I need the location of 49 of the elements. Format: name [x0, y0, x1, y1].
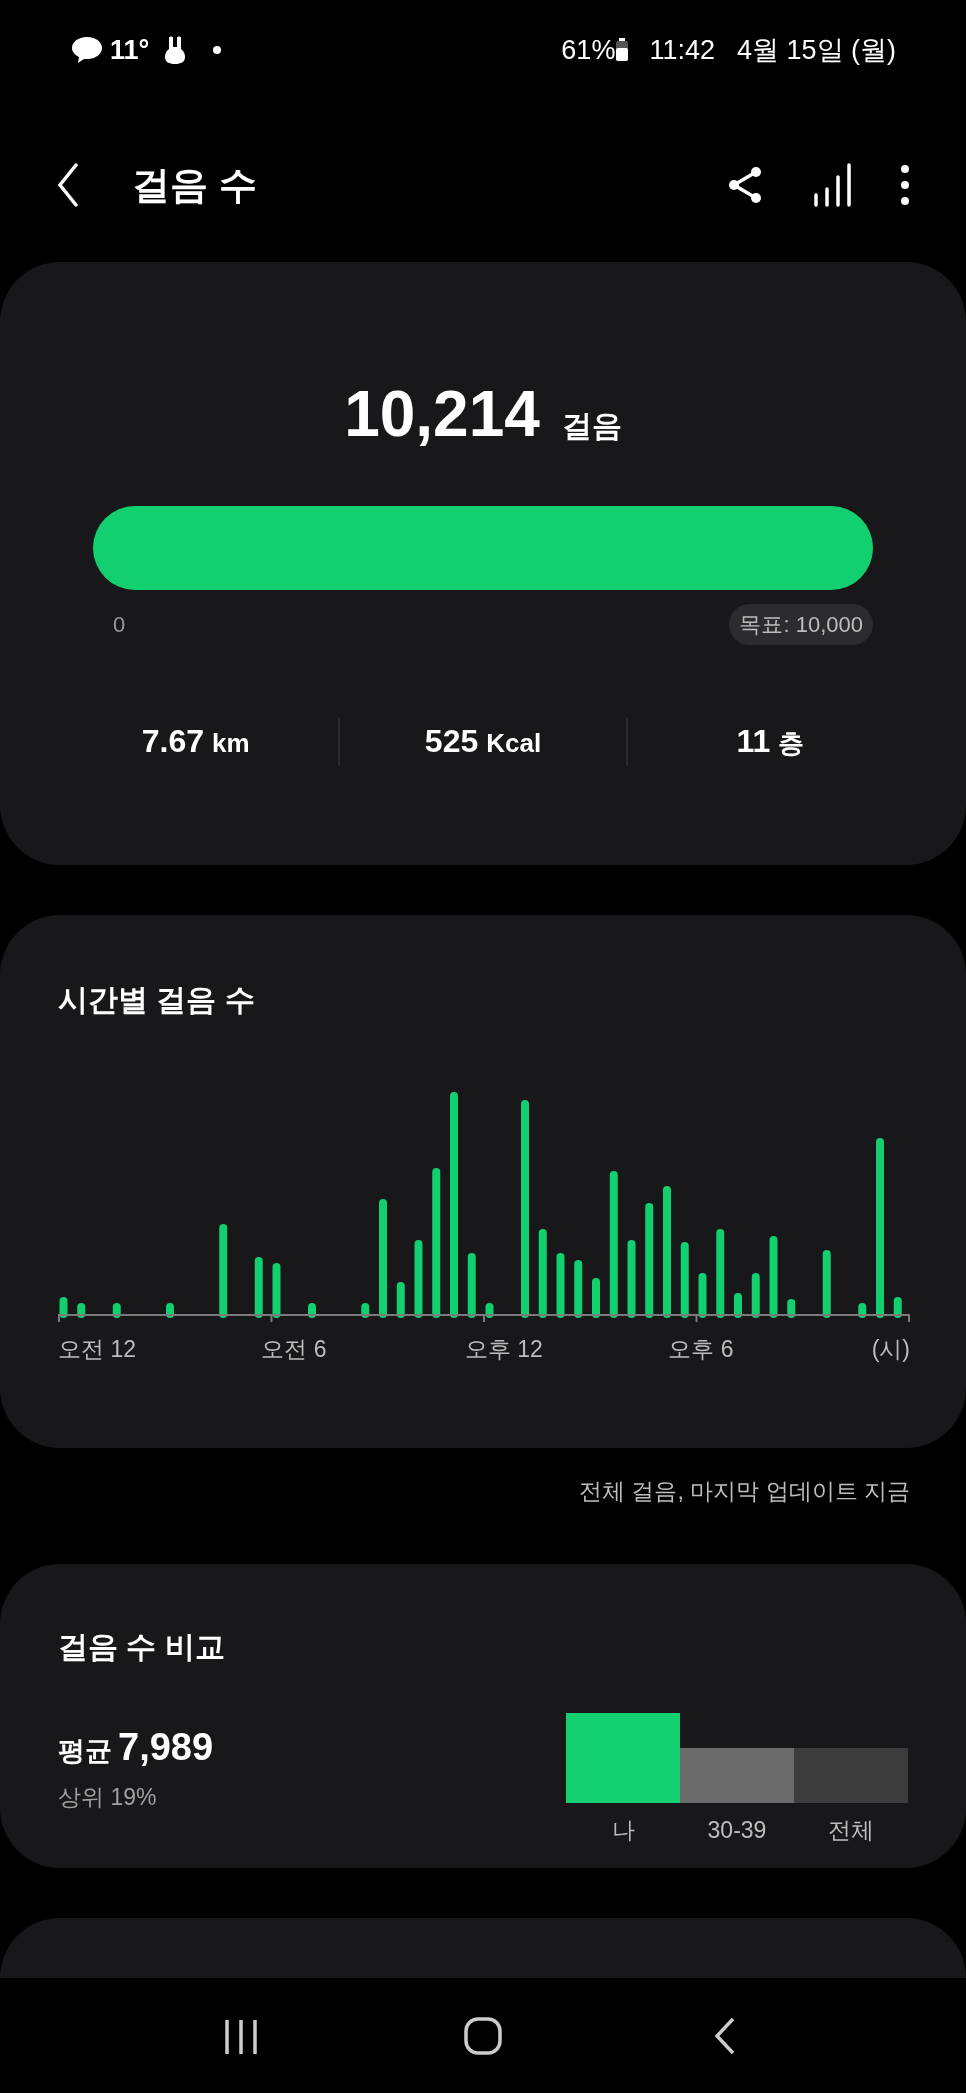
axis-label: (시)	[871, 1335, 910, 1364]
hour-bar	[574, 1260, 583, 1318]
average-steps: 7,989	[118, 1719, 214, 1776]
axis-label: 오전 12	[58, 1335, 137, 1364]
dot-icon	[213, 46, 222, 54]
date-text: 4월 15일 (월)	[736, 33, 896, 67]
hour-bar	[254, 1257, 263, 1318]
axis-label: 오후 12	[464, 1335, 544, 1364]
hour-bar	[396, 1282, 405, 1318]
bar-label: 30-39	[707, 1815, 767, 1845]
home-button[interactable]	[463, 2015, 503, 2056]
bar-label: 전체	[828, 1815, 874, 1845]
page-title: 걸음 수	[132, 162, 257, 208]
rank-text: 상위 19%	[58, 1783, 158, 1812]
card-title: 걸음 수 비교	[58, 1629, 225, 1665]
stat-value: 11	[736, 722, 771, 761]
average-label: 평균	[58, 1735, 112, 1768]
hour-bar	[698, 1273, 707, 1318]
stat-unit: km	[212, 727, 250, 760]
hour-bar	[556, 1253, 565, 1318]
progress-start: 0	[113, 611, 126, 639]
bar-label: 나	[611, 1815, 635, 1845]
battery-percentage: 61%	[561, 33, 616, 67]
share-icon[interactable]	[726, 165, 764, 205]
clock-time: 11:42	[649, 33, 715, 67]
step-unit: 걸음	[561, 408, 622, 444]
stat-value: 7.67	[141, 722, 204, 761]
axis-label: 오후 6	[668, 1335, 735, 1364]
stats-icon[interactable]	[812, 163, 852, 207]
step-count: 10,214	[344, 382, 540, 446]
chat-icon	[70, 35, 104, 65]
hour-bar	[822, 1250, 831, 1318]
rabbit-icon	[163, 35, 188, 65]
update-note: 전체 걸음, 마지막 업데이트 지금	[579, 1477, 910, 1506]
hour-bar	[751, 1273, 760, 1318]
hour-bar	[893, 1297, 902, 1318]
hour-bar	[592, 1278, 600, 1318]
goal-label: 목표: 10,000	[729, 604, 873, 645]
stat-unit: 층	[778, 727, 805, 760]
weather-temperature: 11°	[110, 33, 150, 67]
hour-bar	[272, 1263, 281, 1318]
card-title: 시간별 걸음 수	[58, 982, 256, 1018]
axis-label: 오전 6	[261, 1335, 328, 1364]
hour-bar	[467, 1253, 476, 1318]
stat-value: 525	[424, 722, 479, 761]
stat-unit: Kcal	[486, 727, 542, 760]
battery-icon	[615, 38, 630, 62]
more-options-icon[interactable]	[900, 164, 910, 206]
hour-bar	[734, 1293, 742, 1318]
